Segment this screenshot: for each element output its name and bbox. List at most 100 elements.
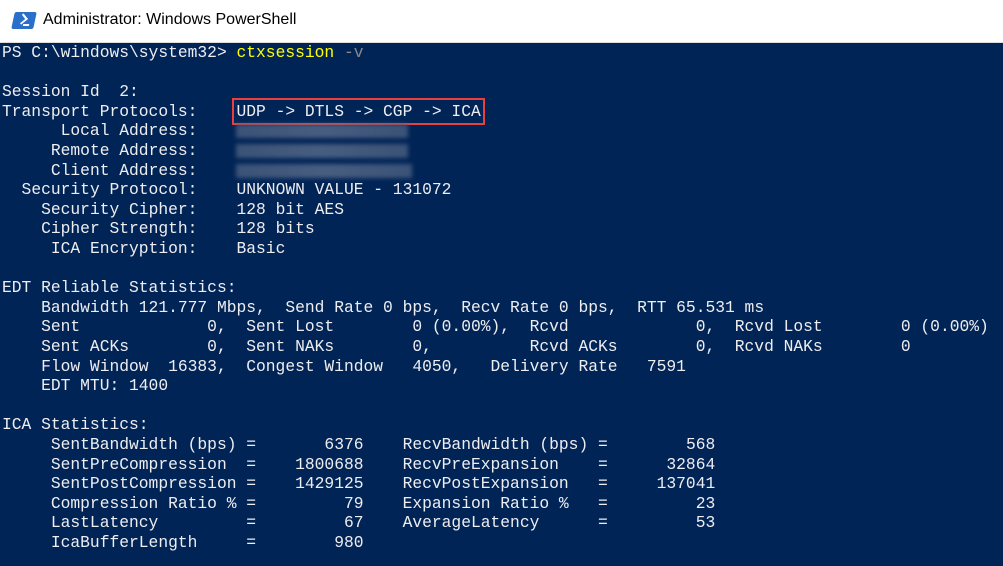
session-field: Transport Protocols: UDP -> DTLS -> CGP -… — [2, 97, 1003, 126]
ica-label: SentPreCompression — [50, 454, 227, 474]
command-text: ctxsession — [236, 43, 335, 62]
edt-mtu: EDT MTU: 1400 — [2, 376, 1003, 396]
ica-value: 1800688 — [295, 454, 364, 474]
edt-cell: Rcvd ACKs — [529, 337, 618, 356]
edt-flow-cell: 4050, — [412, 356, 462, 376]
field-label: Transport Protocols: — [2, 101, 198, 121]
edt-cell: 0 (0.00%), — [412, 317, 511, 337]
ica-value: 568 — [685, 435, 716, 454]
edt-cell: Sent — [41, 317, 81, 337]
powershell-icon — [11, 12, 37, 29]
ica-value: 32864 — [666, 454, 716, 474]
edt-cell: 0, — [207, 337, 227, 356]
edt-mtu-text: EDT MTU: 1400 — [41, 376, 169, 396]
edt-flow-cell: Delivery Rate — [490, 356, 618, 376]
edt-cell: Rcvd Lost — [734, 317, 823, 337]
field-label: Security Protocol: — [21, 180, 198, 200]
field-label: Remote Address: — [50, 141, 198, 160]
ica-value: 23 — [695, 493, 716, 513]
window-title: Administrator: Windows PowerShell — [43, 11, 297, 28]
edt-bandwidth: Bandwidth 121.777 Mbps, Send Rate 0 bps,… — [2, 298, 1003, 318]
field-value: Basic — [236, 239, 286, 258]
field-label: ICA Encryption: — [50, 239, 198, 258]
ica-value: 1429125 — [295, 474, 364, 494]
ica-label: Compression Ratio % — [50, 493, 237, 513]
edt-cell: Sent ACKs — [41, 337, 130, 356]
ica-equals: = — [246, 454, 257, 474]
session-header-text: Session Id 2: — [2, 82, 139, 102]
ica-equals: = — [597, 493, 608, 513]
redacted-address — [236, 124, 409, 139]
session-field: ICA Encryption: Basic — [2, 239, 1003, 259]
ica-equals: = — [597, 474, 608, 494]
ica-equals: = — [246, 513, 257, 533]
edt-cell: 0, — [207, 317, 227, 337]
session-field: Remote Address: — [2, 141, 1003, 161]
field-label: Local Address: — [60, 121, 198, 141]
session-header: Session Id 2: — [2, 82, 1003, 102]
edt-flow: Flow Window 16383, Congest Window 4050, Deli… — [2, 357, 1003, 377]
ica-equals: = — [246, 493, 257, 513]
edt-flow-cell: Flow Window — [41, 356, 149, 376]
field-value: UNKNOWN VALUE - 131072 — [236, 180, 452, 200]
prompt-text: PS C:\windows\system32> — [2, 43, 227, 62]
edt-header-text: EDT Reliable Statistics: — [2, 278, 237, 298]
ica-equals: = — [597, 454, 608, 474]
field-label: Security Cipher: — [41, 199, 198, 219]
ica-row: Compression Ratio % = 79 Expansion Ratio % =… — [2, 494, 1003, 514]
redacted-address — [236, 163, 413, 178]
edt-row: Sent ACKs 0, Sent NAKs 0, Rcvd ACKs 0, Rcvd NA… — [2, 337, 1003, 357]
ica-label: SentPostCompression — [50, 474, 237, 494]
ica-header-text: ICA Statistics: — [2, 415, 149, 435]
edt-cell: Rcvd NAKs — [734, 337, 823, 356]
session-field: Security Protocol: UNKNOWN VALUE - 131072 — [2, 180, 1003, 200]
edt-cell: 0 — [900, 337, 911, 356]
edt-flow-cell: 16383, — [168, 356, 227, 376]
redacted-address — [236, 144, 409, 158]
field-label: Cipher Strength: — [41, 219, 198, 239]
edt-cell: Sent Lost — [246, 317, 335, 337]
ica-value: 980 — [334, 533, 364, 552]
edt-flow-cell: 7591 — [646, 356, 686, 376]
ica-equals: = — [246, 435, 257, 454]
ica-value: 67 — [343, 513, 364, 533]
ica-value: 79 — [343, 493, 364, 513]
ica-row: SentBandwidth (bps) = 6376 RecvBandwidth (b… — [2, 435, 1003, 455]
session-field: Local Address: — [2, 121, 1003, 141]
edt-header: EDT Reliable Statistics: — [2, 278, 1003, 298]
edt-cell: 0 (0.00%) — [900, 317, 989, 337]
ica-equals: = — [246, 533, 257, 552]
field-value: 128 bits — [236, 219, 315, 239]
edt-cell: 0, — [412, 337, 432, 356]
edt-row: Sent 0, Sent Lost 0 (0.00%), Rcvd 0, Rcvd Lost… — [2, 317, 1003, 337]
field-label: Client Address: — [50, 160, 198, 180]
edt-cell: 0, — [695, 337, 716, 356]
ica-label: RecvPostExpansion — [402, 474, 569, 494]
ica-row: SentPreCompression = 1800688 RecvPreExpansi… — [2, 455, 1003, 475]
session-field: Security Cipher: 128 bit AES — [2, 200, 1003, 220]
session-field: Client Address: — [2, 161, 1003, 181]
ica-value: 6376 — [324, 435, 364, 454]
ica-row: IcaBufferLength = 980 — [2, 533, 1003, 553]
field-value: UDP -> DTLS -> CGP -> ICA — [232, 97, 485, 126]
ica-label: AverageLatency — [402, 513, 540, 533]
ica-label: SentBandwidth (bps) — [50, 435, 237, 454]
title-bar: Administrator: Windows PowerShell — [0, 0, 1003, 43]
edt-cell: Rcvd — [529, 317, 569, 337]
ica-label: IcaBufferLength — [50, 533, 198, 552]
edt-cell: 0, — [695, 317, 716, 337]
prompt-line: PS C:\windows\system32> ctxsession -v — [2, 43, 1003, 63]
command-argument: -v — [343, 43, 364, 62]
ica-label: RecvBandwidth (bps) — [402, 435, 589, 454]
edt-bandwidth-text: Bandwidth 121.777 Mbps, Send Rate 0 bps,… — [41, 297, 765, 317]
ica-row: SentPostCompression = 1429125 RecvPostExpan… — [2, 474, 1003, 494]
edt-cell: Sent NAKs — [246, 337, 335, 356]
session-field: Cipher Strength: 128 bits — [2, 219, 1003, 239]
ica-header: ICA Statistics: — [2, 415, 1003, 435]
ica-equals: = — [246, 474, 257, 494]
ica-value: 137041 — [656, 474, 716, 494]
console-output[interactable]: PS C:\windows\system32> ctxsession -v Sessi… — [2, 43, 1003, 566]
ica-value: 53 — [695, 513, 716, 533]
ica-label: LastLatency — [50, 513, 159, 533]
ica-label: Expansion Ratio % — [402, 493, 569, 513]
